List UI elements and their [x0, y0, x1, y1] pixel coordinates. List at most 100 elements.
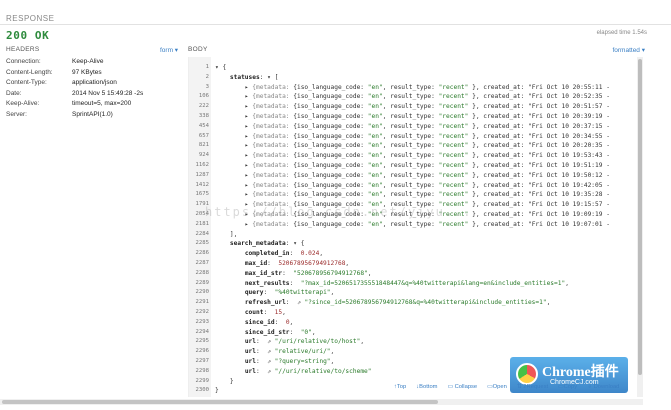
json-viewer[interactable]: 1 ▾ {2 statuses: ▾ [3 ▸ {metadata: {iso_l…: [188, 57, 637, 397]
line-number: 821: [198, 142, 209, 149]
code-text[interactable]: since_id: 0,: [215, 318, 293, 328]
code-line: 106 ▸ {metadata: {iso_language_code: "en…: [189, 92, 637, 102]
code-line: 2295 url: ⇗ "/uri/relative/to/host",: [189, 337, 637, 347]
request-button[interactable]: ⇅ 2Request: [517, 384, 548, 390]
code-text[interactable]: search_metadata: ▾ {: [215, 239, 305, 249]
code-text[interactable]: statuses: ▾ [: [215, 73, 278, 83]
line-number: 2287: [195, 260, 209, 266]
code-text[interactable]: url: ⇗ "/uri/relative/to/host",: [215, 337, 364, 347]
line-number: 2181: [195, 220, 209, 227]
code-text[interactable]: ▸ {metadata: {iso_language_code: "en", r…: [215, 141, 610, 151]
code-line: 2288 max_id_str: "520678956794912768",: [189, 269, 637, 279]
line-number: 454: [198, 122, 209, 129]
code-text[interactable]: ▸ {metadata: {iso_language_code: "en", r…: [215, 220, 610, 230]
code-text[interactable]: since_id_str: "0",: [215, 328, 316, 338]
copy-button[interactable]: ▭Copy: [558, 384, 577, 390]
header-value: 2014 Nov 5 15:49:28 -2s: [72, 89, 144, 97]
line-number: 2292: [195, 309, 209, 315]
code-text[interactable]: ▸ {metadata: {iso_language_code: "en", r…: [215, 102, 610, 112]
line-number: 657: [198, 132, 209, 139]
code-text[interactable]: url: ⇗ "relative/uri/",: [215, 347, 334, 357]
watermark-text: https://blog.csdn.net/yiyu...: [205, 205, 473, 219]
headers-table: Connection: Keep-Alive Content-Length: 97 …: [6, 57, 143, 120]
logo-text: Chrome插件: [542, 365, 619, 380]
line-number: 2293: [195, 318, 209, 325]
code-line: 454 ▸ {metadata: {iso_language_code: "en…: [189, 122, 637, 132]
code-line: 2292 count: 15,: [189, 308, 637, 318]
code-text[interactable]: ▸ {metadata: {iso_language_code: "en", r…: [215, 190, 610, 200]
header-row: Keep-Alive: timeout=5, max=200: [6, 99, 143, 110]
code-line: 657 ▸ {metadata: {iso_language_code: "en…: [189, 132, 637, 142]
code-text[interactable]: ▸ {metadata: {iso_language_code: "en", r…: [215, 171, 610, 181]
scrollbar-thumb[interactable]: [2, 400, 438, 404]
code-text[interactable]: completed_in: 0.024,: [215, 249, 323, 259]
code-text[interactable]: }: [215, 377, 234, 387]
body-formatted-toggle[interactable]: formatted ▾: [612, 46, 645, 54]
bottom-button[interactable]: ↓Bottom: [416, 384, 437, 390]
line-number: 2285: [195, 240, 209, 247]
line-number: 1162: [195, 162, 209, 168]
top-button[interactable]: ↑Top: [394, 384, 406, 390]
header-row: Server: SprintAPI(1.0): [6, 110, 143, 121]
body-label: BODY: [188, 46, 208, 53]
code-text[interactable]: ▾ {: [215, 63, 226, 73]
horizontal-scrollbar[interactable]: [0, 399, 643, 405]
line-number: 2290: [195, 289, 209, 296]
line-number: 338: [198, 113, 209, 119]
code-line: 2181 ▸ {metadata: {iso_language_code: "e…: [189, 220, 637, 230]
code-text[interactable]: url: ⇗ "//uri/relative/to/scheme": [215, 367, 372, 377]
download-button[interactable]: ⇩ Download: [587, 384, 619, 390]
code-line: 2285 search_metadata: ▾ {: [189, 239, 637, 249]
line-number: 2284: [195, 230, 209, 237]
header-key: Connection:: [6, 58, 41, 65]
code-line: 1162 ▸ {metadata: {iso_language_code: "e…: [189, 161, 637, 171]
line-number: 924: [198, 152, 209, 159]
collapse-button[interactable]: ▭ Collapse: [448, 384, 478, 390]
code-text[interactable]: ▸ {metadata: {iso_language_code: "en", r…: [215, 151, 610, 161]
line-number: 1: [205, 64, 209, 70]
viewer-toolbar: ↑Top ↓Bottom ▭ Collapse ▭Open ⇅ 2Request…: [394, 384, 619, 390]
header-row: Content-Length: 97 KBytes: [6, 68, 143, 79]
line-number: 2295: [195, 338, 209, 345]
code-text[interactable]: }: [215, 386, 219, 396]
code-text[interactable]: ▸ {metadata: {iso_language_code: "en", r…: [215, 92, 610, 102]
code-text[interactable]: ],: [215, 230, 237, 240]
code-line: 1412 ▸ {metadata: {iso_language_code: "e…: [189, 181, 637, 191]
code-text[interactable]: next_results: "?max_id=52065173555184844…: [215, 279, 569, 289]
line-number: 2297: [195, 358, 209, 364]
code-line: 2 statuses: ▾ [: [189, 73, 637, 83]
code-text[interactable]: query: "%40twitterapi",: [215, 288, 334, 298]
code-line: 1 ▾ {: [189, 63, 637, 73]
code-text[interactable]: ▸ {metadata: {iso_language_code: "en", r…: [215, 181, 610, 191]
code-text[interactable]: max_id_str: "520678956794912768",: [215, 269, 372, 279]
line-number: 2289: [195, 279, 209, 286]
code-text[interactable]: ▸ {metadata: {iso_language_code: "en", r…: [215, 161, 610, 171]
code-text[interactable]: ▸ {metadata: {iso_language_code: "en", r…: [215, 83, 610, 93]
code-line: 222 ▸ {metadata: {iso_language_code: "en…: [189, 102, 637, 112]
code-line: 2287 max_id: 520678956794912768,: [189, 259, 637, 269]
code-text[interactable]: url: ⇗ "?query=string",: [215, 357, 334, 367]
code-text[interactable]: ▸ {metadata: {iso_language_code: "en", r…: [215, 122, 610, 132]
code-line: 2293 since_id: 0,: [189, 318, 637, 328]
headers-form-toggle[interactable]: form ▾: [160, 46, 178, 54]
code-text[interactable]: ▸ {metadata: {iso_language_code: "en", r…: [215, 132, 610, 142]
code-line: 3 ▸ {metadata: {iso_language_code: "en",…: [189, 83, 637, 93]
divider: [0, 24, 671, 25]
code-text[interactable]: ▸ {metadata: {iso_language_code: "en", r…: [215, 112, 610, 122]
line-number: 2298: [195, 367, 209, 374]
code-line: 1287 ▸ {metadata: {iso_language_code: "e…: [189, 171, 637, 181]
scrollbar-thumb[interactable]: [638, 59, 642, 375]
code-text[interactable]: refresh_url: ⇗ "?since_id=52067895679491…: [215, 298, 551, 308]
vertical-scrollbar[interactable]: [637, 57, 643, 397]
header-value: 97 KBytes: [72, 68, 102, 76]
header-value: application/json: [72, 79, 117, 86]
line-number: 2288: [195, 269, 209, 276]
code-text[interactable]: max_id: 520678956794912768,: [215, 259, 349, 269]
line-number: 2: [205, 73, 209, 80]
open-button[interactable]: ▭Open: [487, 384, 507, 390]
code-text[interactable]: count: 15,: [215, 308, 286, 318]
header-value: SprintAPI(1.0): [72, 110, 113, 118]
code-line: 924 ▸ {metadata: {iso_language_code: "en…: [189, 151, 637, 161]
chrome-icon: [516, 363, 538, 385]
code-line: 2290 query: "%40twitterapi",: [189, 288, 637, 298]
